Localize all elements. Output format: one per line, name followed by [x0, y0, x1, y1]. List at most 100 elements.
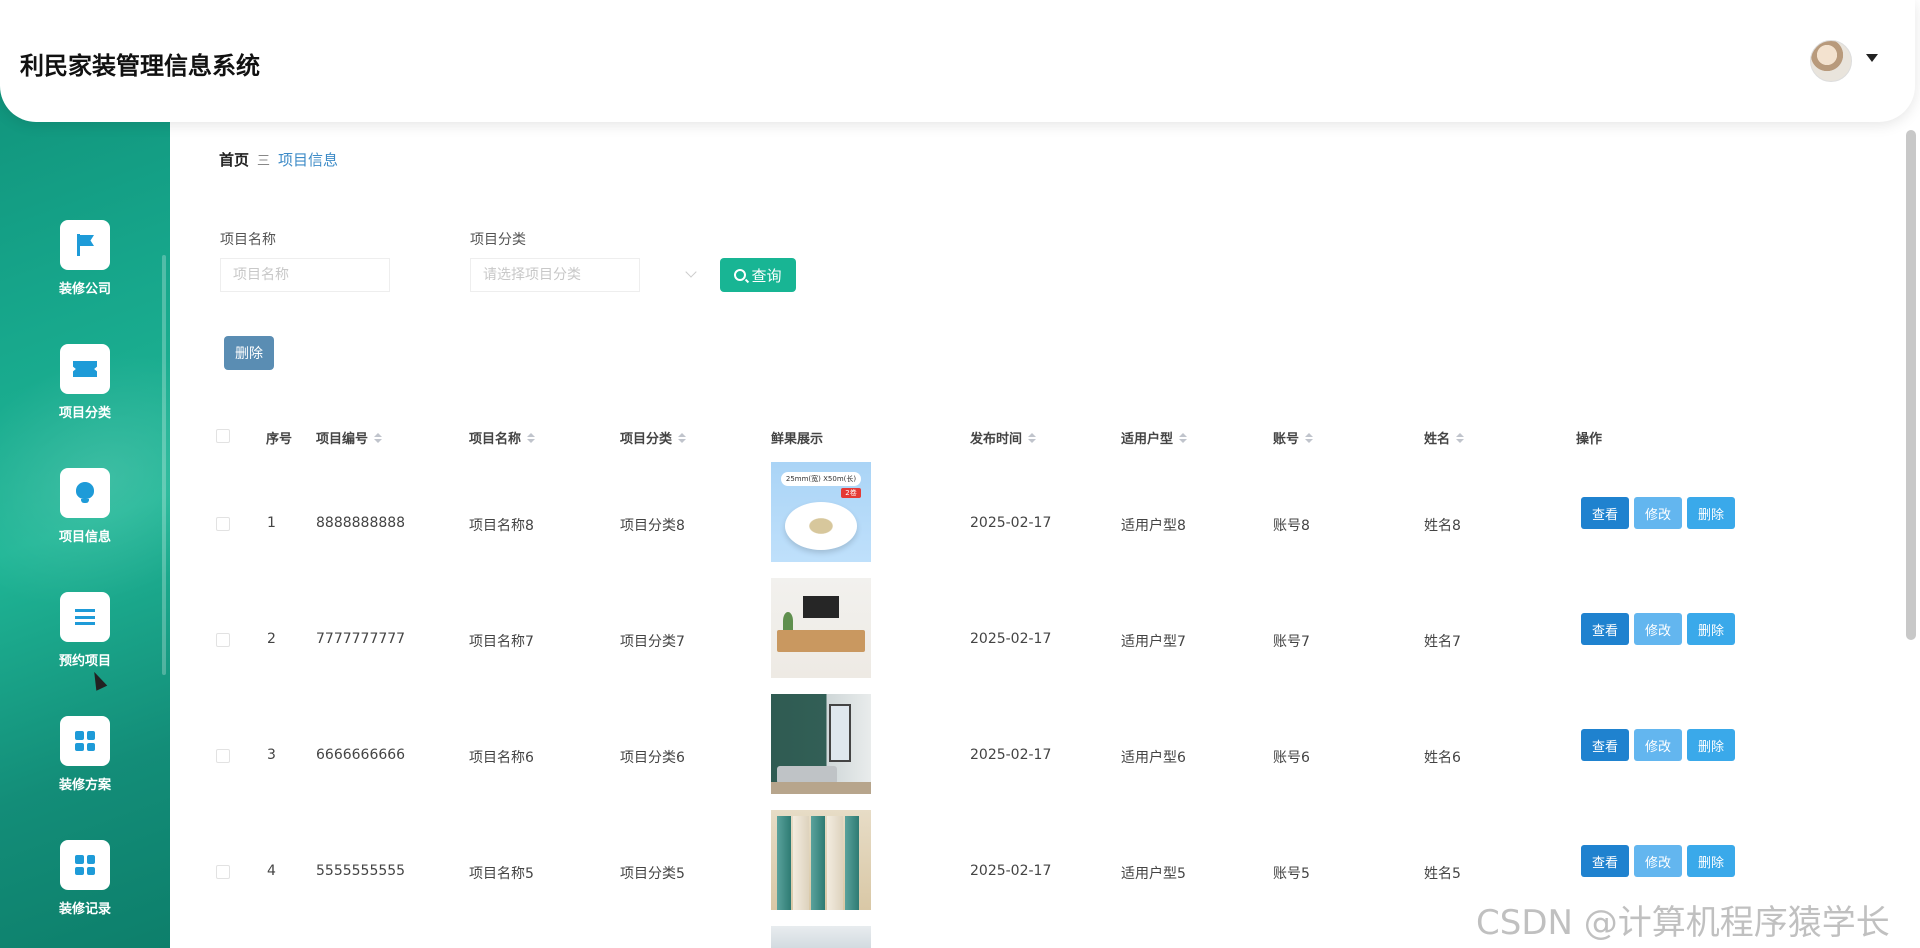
cabinet-shape — [777, 630, 865, 652]
list-icon — [60, 592, 110, 642]
app-title: 利民家装管理信息系统 — [20, 52, 260, 80]
row-image-partial — [771, 926, 871, 948]
curtain-shape — [811, 816, 825, 910]
table-row: 3 6666666666 项目名称6 项目分类6 2025-02-17 适用户型… — [0, 692, 1900, 808]
sidebar-item-record[interactable]: 装修记录 — [0, 840, 170, 940]
category-select[interactable] — [470, 258, 640, 292]
sidebar-item-category[interactable]: 项目分类 — [0, 344, 170, 444]
query-button[interactable]: 查询 — [720, 258, 796, 292]
chevron-down-icon[interactable] — [685, 266, 697, 278]
sidebar-item-plan[interactable]: 装修方案 — [0, 716, 170, 816]
thumb-tag: 25mm(宽) X50m(长) — [781, 472, 861, 486]
row-index: 2 — [267, 631, 276, 647]
top-header: 利民家装管理信息系统 — [0, 0, 1915, 122]
row-house-type: 适用户型5 — [1121, 866, 1186, 882]
breadcrumb-home[interactable]: 首页 — [219, 151, 249, 169]
breadcrumb: 首页三项目信息 — [219, 149, 338, 170]
curtain-shape — [845, 816, 859, 910]
breadcrumb-current: 项目信息 — [278, 151, 339, 169]
window-shape — [829, 704, 851, 762]
row-code: 8888888888 — [316, 515, 406, 531]
sidebar-item-label: 装修方案 — [58, 778, 111, 793]
column-date[interactable]: 发布时间 — [970, 428, 1036, 447]
select-all-checkbox[interactable] — [216, 429, 230, 443]
row-date: 2025-02-17 — [970, 747, 1052, 763]
edit-button[interactable]: 修改 — [1634, 497, 1682, 529]
row-name: 项目名称6 — [469, 750, 534, 766]
column-house-type[interactable]: 适用户型 — [1121, 428, 1187, 447]
sidebar-item-project-info[interactable]: 项目信息 — [0, 468, 170, 568]
edit-button[interactable]: 修改 — [1634, 729, 1682, 761]
row-category: 项目分类5 — [620, 866, 685, 882]
view-button[interactable]: 查看 — [1581, 729, 1629, 761]
row-house-type: 适用户型8 — [1121, 518, 1186, 534]
thumb-badge: 2卷 — [841, 488, 861, 498]
edit-button[interactable]: 修改 — [1634, 613, 1682, 645]
row-checkbox[interactable] — [216, 865, 230, 879]
row-category: 项目分类8 — [620, 518, 685, 534]
curtain-shape — [827, 816, 843, 910]
row-code: 5555555555 — [316, 863, 406, 879]
row-name: 项目名称7 — [469, 634, 534, 650]
row-code: 6666666666 — [316, 747, 406, 763]
sort-icon[interactable] — [374, 433, 382, 443]
name-search-label: 项目名称 — [220, 232, 276, 248]
row-checkbox[interactable] — [216, 517, 230, 531]
delete-button[interactable]: 删除 — [1687, 729, 1735, 761]
sort-icon[interactable] — [527, 433, 535, 443]
row-checkbox[interactable] — [216, 633, 230, 647]
curtain-shape — [777, 816, 791, 910]
row-account: 账号5 — [1273, 866, 1310, 882]
floor-shape — [771, 782, 871, 794]
sort-icon[interactable] — [1028, 433, 1036, 443]
bulb-icon — [60, 468, 110, 518]
row-date: 2025-02-17 — [970, 515, 1052, 531]
column-account[interactable]: 账号 — [1273, 428, 1313, 447]
table-row: 2 7777777777 项目名称7 项目分类7 2025-02-17 适用户型… — [0, 576, 1900, 692]
sidebar-item-booking[interactable]: 预约项目 — [0, 592, 170, 692]
sort-icon[interactable] — [1305, 433, 1313, 443]
avatar[interactable] — [1810, 40, 1852, 82]
edit-button[interactable]: 修改 — [1634, 845, 1682, 877]
row-category: 项目分类6 — [620, 750, 685, 766]
row-image: 25mm(宽) X50m(长) 2卷 — [771, 462, 871, 562]
row-person: 姓名8 — [1424, 518, 1461, 534]
breadcrumb-separator: 三 — [257, 154, 271, 169]
sort-icon[interactable] — [678, 433, 686, 443]
batch-delete-button[interactable]: 删除 — [224, 336, 274, 370]
column-index: 序号 — [266, 432, 293, 447]
sidebar-item-company[interactable]: 装修公司 — [0, 220, 170, 320]
sidebar-item-label: 装修记录 — [58, 902, 111, 917]
view-button[interactable]: 查看 — [1581, 613, 1629, 645]
page-scrollbar[interactable] — [1906, 130, 1916, 640]
tv-shape — [803, 596, 839, 618]
sidebar-item-label: 项目信息 — [58, 530, 111, 545]
row-date: 2025-02-17 — [970, 863, 1052, 879]
tape-roll-image — [785, 502, 857, 550]
row-account: 账号6 — [1273, 750, 1310, 766]
column-name[interactable]: 项目名称 — [469, 428, 535, 447]
sort-icon[interactable] — [1456, 433, 1464, 443]
delete-button[interactable]: 删除 — [1687, 845, 1735, 877]
column-person[interactable]: 姓名 — [1424, 428, 1464, 447]
view-button[interactable]: 查看 — [1581, 845, 1629, 877]
search-icon — [734, 269, 747, 281]
row-name: 项目名称5 — [469, 866, 534, 882]
delete-button[interactable]: 删除 — [1687, 613, 1735, 645]
row-account: 账号7 — [1273, 634, 1310, 650]
table-row: 1 8888888888 项目名称8 项目分类8 25mm(宽) X50m(长)… — [0, 460, 1900, 576]
row-code: 7777777777 — [316, 631, 406, 647]
name-search-input[interactable] — [220, 258, 390, 292]
ticket-icon — [60, 344, 110, 394]
grid-icon — [60, 840, 110, 890]
delete-button[interactable]: 删除 — [1687, 497, 1735, 529]
column-category[interactable]: 项目分类 — [620, 428, 686, 447]
column-code[interactable]: 项目编号 — [316, 428, 382, 447]
view-button[interactable]: 查看 — [1581, 497, 1629, 529]
row-checkbox[interactable] — [216, 749, 230, 763]
row-person: 姓名7 — [1424, 634, 1461, 650]
sidebar-item-label: 预约项目 — [58, 654, 111, 669]
caret-down-icon[interactable] — [1866, 54, 1878, 62]
sort-icon[interactable] — [1179, 433, 1187, 443]
flag-icon — [60, 220, 110, 270]
